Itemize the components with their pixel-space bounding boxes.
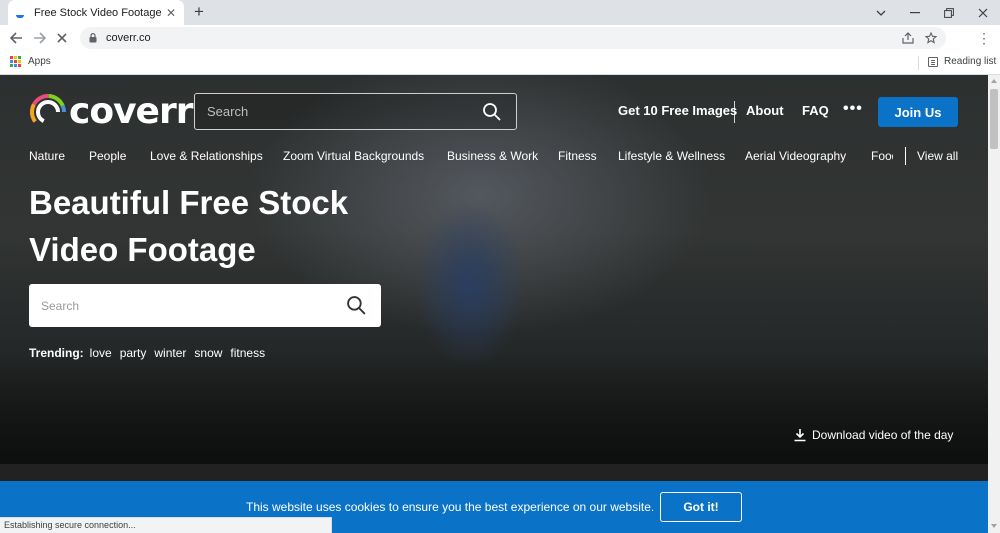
- apps-grid-icon: [10, 56, 21, 67]
- category-fitness[interactable]: Fitness: [558, 149, 597, 163]
- browser-tab[interactable]: Free Stock Video Footage, Royalty ✕: [8, 0, 184, 25]
- bookmark-star-icon[interactable]: [923, 30, 939, 46]
- tab-search-icon[interactable]: [864, 0, 898, 25]
- close-window-button[interactable]: [966, 0, 1000, 25]
- trending-tags: Trending: love party winter snow fitness: [29, 346, 273, 360]
- reading-list-icon: [928, 56, 938, 67]
- browser-menu-icon[interactable]: ⋮: [976, 29, 992, 47]
- category-people[interactable]: People: [89, 149, 126, 163]
- about-link[interactable]: About: [746, 103, 784, 118]
- category-nav: Nature People Love & Relationships Zoom …: [0, 147, 988, 167]
- apps-label: Apps: [28, 56, 51, 67]
- page-scrollbar[interactable]: [988, 75, 1000, 533]
- new-tab-button[interactable]: +: [190, 3, 208, 21]
- scroll-up-icon[interactable]: [991, 78, 997, 84]
- reading-list-button[interactable]: Reading list: [928, 56, 996, 67]
- content-strip: [0, 464, 988, 482]
- hero-search-icon[interactable]: [346, 295, 367, 316]
- loading-favicon-icon: [16, 8, 26, 18]
- reading-list-label: Reading list: [944, 56, 997, 67]
- trending-label: Trending:: [29, 346, 84, 360]
- category-lifestyle-wellness[interactable]: Lifestyle & Wellness: [618, 149, 725, 163]
- trending-tag-winter[interactable]: winter: [154, 346, 186, 360]
- get-free-images-link[interactable]: Get 10 Free Images: [618, 103, 737, 118]
- cookie-accept-button[interactable]: Got it!: [660, 492, 742, 522]
- forward-button[interactable]: [30, 29, 48, 47]
- hero-search: [29, 284, 381, 327]
- restore-button[interactable]: [932, 0, 966, 25]
- trending-tag-party[interactable]: party: [120, 346, 147, 360]
- bookmarks-divider: [918, 56, 919, 70]
- download-video-of-day-link[interactable]: Download video of the day: [793, 428, 953, 442]
- bookmarks-bar: Apps Reading list: [0, 51, 1000, 75]
- scrollbar-thumb[interactable]: [990, 89, 998, 149]
- back-button[interactable]: [7, 29, 25, 47]
- header-nav-divider: [734, 101, 735, 123]
- page-viewport: coverr Get 10 Free Images About FAQ ••• …: [0, 75, 988, 533]
- tab-close-icon[interactable]: ✕: [166, 6, 176, 20]
- trending-tag-love[interactable]: love: [90, 346, 112, 360]
- download-icon: [794, 429, 806, 442]
- trending-tag-snow[interactable]: snow: [194, 346, 222, 360]
- category-nature[interactable]: Nature: [29, 149, 65, 163]
- tab-strip: Free Stock Video Footage, Royalty ✕ +: [0, 0, 1000, 25]
- trending-tag-fitness[interactable]: fitness: [230, 346, 265, 360]
- download-label: Download video of the day: [812, 428, 954, 442]
- lock-icon[interactable]: [88, 33, 98, 43]
- stop-loading-button[interactable]: [53, 29, 71, 47]
- view-all-link[interactable]: View all: [917, 149, 958, 163]
- cookie-text: This website uses cookies to ensure you …: [246, 500, 655, 514]
- category-zoom-backgrounds[interactable]: Zoom Virtual Backgrounds: [283, 149, 424, 163]
- category-food[interactable]: Food: [871, 149, 893, 163]
- status-bar: Establishing secure connection...: [0, 517, 332, 533]
- minimize-button[interactable]: [898, 0, 932, 25]
- hero-search-input[interactable]: [29, 284, 329, 327]
- category-business-work[interactable]: Business & Work: [447, 149, 538, 163]
- more-menu-icon[interactable]: •••: [843, 100, 863, 118]
- share-icon[interactable]: [900, 30, 916, 46]
- address-bar[interactable]: coverr.co: [80, 27, 946, 49]
- scroll-down-icon[interactable]: [991, 523, 997, 529]
- apps-bookmark[interactable]: Apps: [10, 56, 51, 67]
- join-us-button[interactable]: Join Us: [878, 97, 958, 127]
- category-nav-divider: [905, 147, 906, 165]
- faq-link[interactable]: FAQ: [802, 103, 829, 118]
- category-love-relationships[interactable]: Love & Relationships: [150, 149, 263, 163]
- browser-toolbar: coverr.co ⋮: [0, 25, 1000, 51]
- header-nav: Get 10 Free Images About FAQ •••: [0, 97, 988, 127]
- hero-headline-line-1: Beautiful Free Stock: [29, 184, 349, 221]
- category-aerial-videography[interactable]: Aerial Videography: [745, 149, 846, 163]
- hero-headline-line-2: Video Footage: [29, 231, 256, 268]
- tab-title: Free Stock Video Footage, Royalty: [34, 6, 162, 19]
- hero-headline: Beautiful Free Stock Video Footage: [29, 179, 449, 273]
- url-text: coverr.co: [106, 32, 151, 44]
